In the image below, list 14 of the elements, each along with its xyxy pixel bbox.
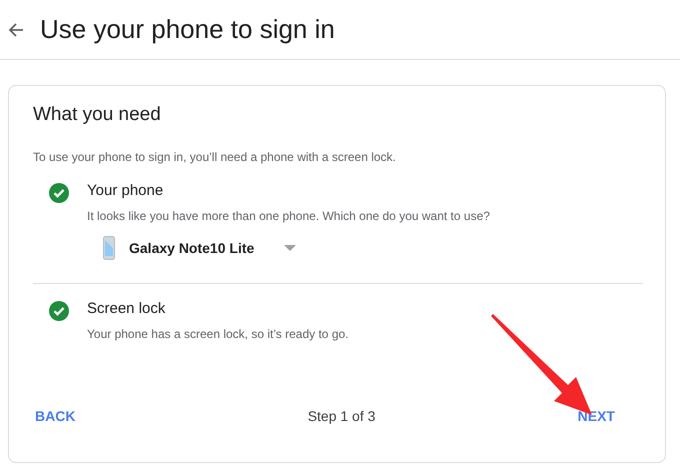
- phone-icon: [103, 236, 115, 260]
- step-indicator: Step 1 of 3: [308, 408, 376, 424]
- requirement-description: Your phone has a screen lock, so it’s ready to go.: [87, 327, 348, 341]
- page-title: Use your phone to sign in: [40, 14, 335, 45]
- intro-text: To use your phone to sign in, you’ll need a phone with a screen lock.: [33, 150, 397, 164]
- requirement-description: It looks like you have more than one phone. Which one do you want to use?: [87, 209, 490, 223]
- requirement-title: Your phone: [87, 182, 164, 199]
- requirement-title: Screen lock: [87, 300, 166, 317]
- next-button[interactable]: NEXT: [576, 404, 617, 428]
- back-arrow-icon[interactable]: [8, 22, 24, 38]
- device-dropdown[interactable]: Galaxy Note10 Lite: [87, 235, 302, 261]
- back-button[interactable]: BACK: [33, 404, 78, 428]
- caret-icon: [284, 245, 296, 251]
- card-title: What you need: [33, 104, 162, 126]
